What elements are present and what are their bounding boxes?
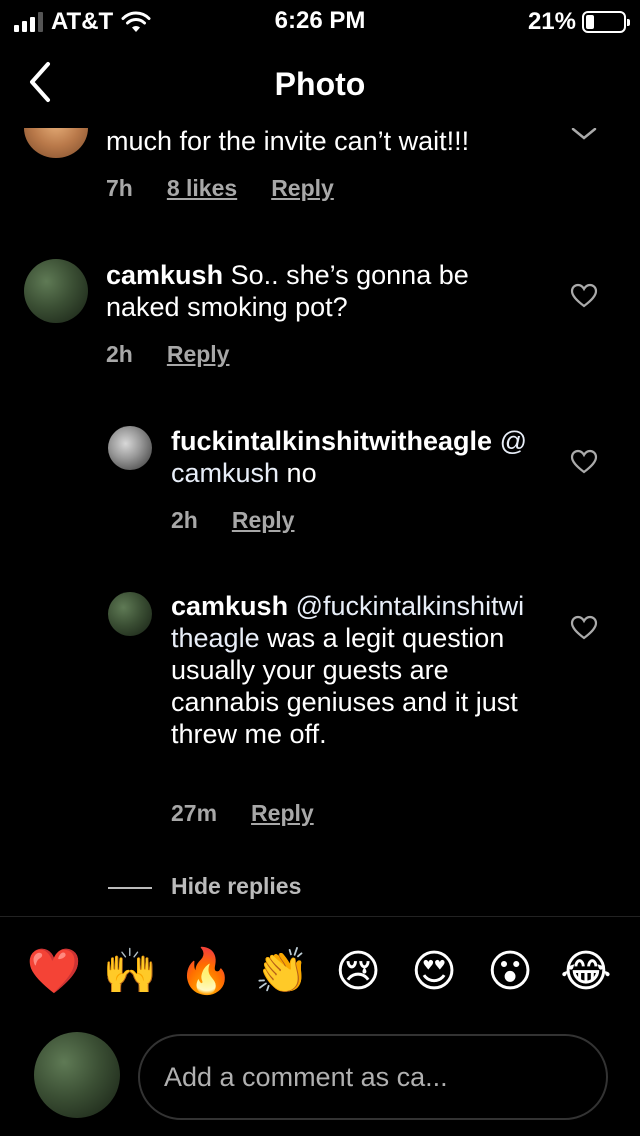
page-title: Photo	[274, 66, 366, 102]
reply-button[interactable]: Reply	[251, 800, 314, 827]
reply-button[interactable]: Reply	[271, 175, 334, 202]
heart-icon[interactable]	[570, 449, 598, 475]
hide-replies-line	[108, 887, 152, 889]
heart-icon[interactable]	[570, 283, 598, 309]
comment-time: 7h	[106, 175, 133, 201]
comment-time: 2h	[106, 341, 133, 367]
comment-meta: 2h Reply	[171, 507, 294, 534]
comment-meta: 27m Reply	[171, 800, 314, 827]
emoji-clap-button[interactable]: 👏	[244, 940, 320, 1004]
emoji-laughing-button[interactable]: 😂	[548, 940, 624, 1004]
emoji-surprised-button[interactable]: 😮	[472, 940, 548, 1004]
comment-text: camkush @fuckintalkinshitwitheagle was a…	[171, 590, 531, 750]
comment-time: 27m	[171, 800, 218, 826]
comment-meta: 2h Reply	[106, 341, 229, 368]
comments-list[interactable]: much for the invite can’t wait!!! 7h 8 l…	[0, 128, 640, 916]
avatar[interactable]	[24, 128, 88, 158]
avatar[interactable]	[24, 259, 88, 323]
chevron-down-icon[interactable]	[570, 128, 598, 142]
reply-button[interactable]: Reply	[232, 507, 295, 534]
emoji-bar: ❤️ 🙌 🔥 👏 😢 😍 😮 😂	[16, 940, 624, 1004]
status-bar: AT&T 6:26 PM 21%	[0, 0, 640, 40]
comment-input[interactable]: Add a comment as ca...	[138, 1034, 608, 1120]
comment-text: much for the invite can’t wait!!!	[106, 128, 470, 156]
reply-button[interactable]: Reply	[167, 341, 230, 368]
heart-icon[interactable]	[570, 615, 598, 641]
emoji-crying-button[interactable]: 😢	[320, 940, 396, 1004]
status-right: 21%	[527, 8, 630, 36]
likes-link[interactable]: 8 likes	[167, 175, 237, 202]
comment-body: no	[279, 458, 317, 488]
battery-percent: 21%	[527, 8, 576, 35]
avatar[interactable]	[108, 592, 152, 636]
comment-username[interactable]: fuckintalkinshitwitheagle	[171, 426, 492, 456]
emoji-heart-button[interactable]: ❤️	[16, 940, 92, 1004]
nav-bar: Photo	[0, 40, 640, 128]
comment-meta: 7h 8 likes Reply	[106, 175, 334, 202]
comment-text: camkush So.. she’s gonna be naked smokin…	[106, 259, 546, 323]
hide-replies-button[interactable]: Hide replies	[171, 873, 301, 900]
battery-icon	[582, 11, 630, 33]
comment-time: 2h	[171, 507, 198, 533]
comment-username[interactable]: camkush	[171, 591, 288, 621]
comment-input-placeholder: Add a comment as ca...	[164, 1061, 448, 1092]
compose-avatar	[34, 1032, 120, 1118]
divider	[0, 916, 640, 917]
emoji-raised-hands-button[interactable]: 🙌	[92, 940, 168, 1004]
emoji-heart-eyes-button[interactable]: 😍	[396, 940, 472, 1004]
comment-username[interactable]: camkush	[106, 260, 223, 290]
comment-text: fuckintalkinshitwitheagle @camkush no	[171, 425, 531, 489]
avatar[interactable]	[108, 426, 152, 470]
emoji-fire-button[interactable]: 🔥	[168, 940, 244, 1004]
